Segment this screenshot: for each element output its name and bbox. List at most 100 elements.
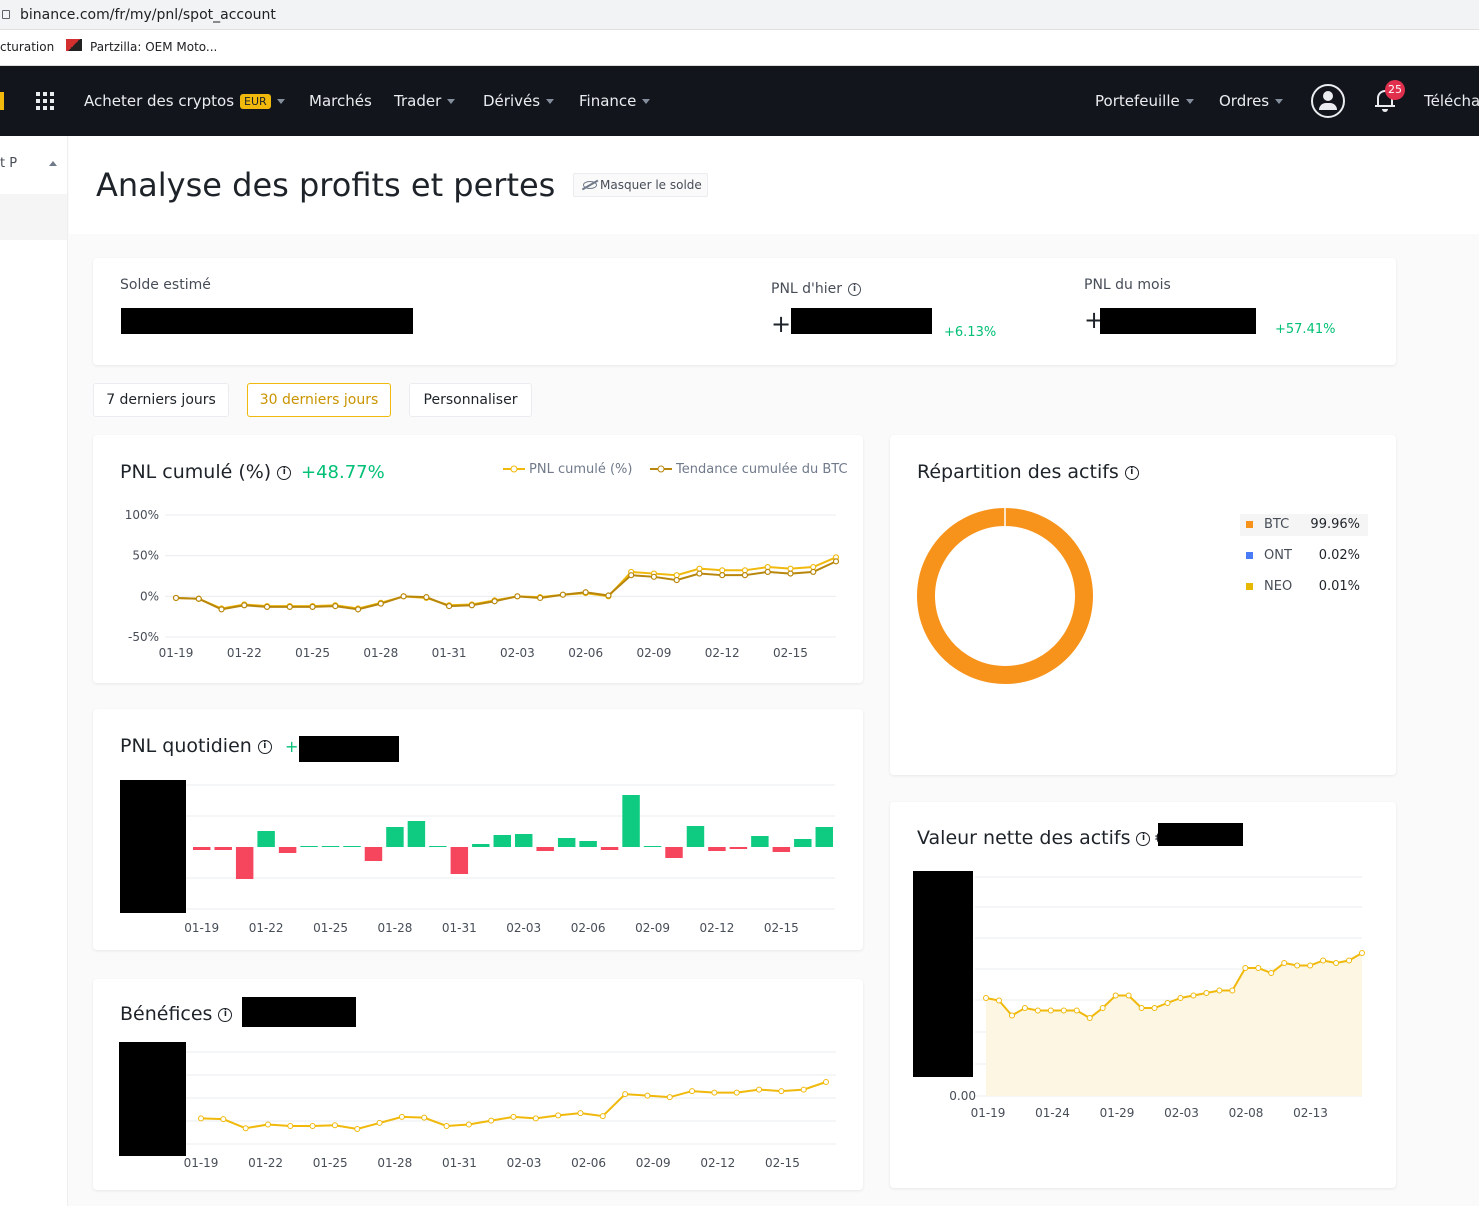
profits-chart: 01-19 01-22 01-25 01-28 01-31 02-03 02-06 02-09… [184, 1051, 836, 1170]
estimated-balance-label: Solde estimé [120, 277, 211, 293]
y-tick-label: 0% [140, 589, 159, 603]
x-tick-label: 01-28 [377, 921, 412, 935]
data-point [1242, 965, 1249, 971]
daily-bar [600, 847, 619, 850]
data-point [823, 1079, 829, 1085]
nav-trade[interactable]: Trader [394, 92, 456, 110]
data-point [309, 1122, 316, 1129]
neo-color-swatch [1246, 583, 1253, 590]
legend-item-neo[interactable]: NEO 0.01% [1240, 576, 1368, 598]
data-point [376, 1119, 383, 1126]
nav-wallet[interactable]: Portefeuille [1095, 92, 1194, 110]
x-tick-label: 01-31 [442, 921, 477, 935]
data-point [673, 576, 680, 584]
redacted-month-pnl [1100, 308, 1256, 334]
daily-pnl-card: PNL quotidien i + 01-19 01-22 01-25 01-28 01-… [93, 709, 863, 950]
nav-markets[interactable]: Marchés [309, 92, 372, 110]
info-icon[interactable]: i [1124, 465, 1139, 480]
daily-bar [515, 834, 533, 847]
data-point [1190, 992, 1197, 999]
user-icon[interactable] [1311, 84, 1345, 118]
redacted-y-axis [120, 780, 186, 913]
data-point [810, 563, 817, 571]
data-point [711, 1089, 718, 1096]
lock-icon [2, 10, 10, 19]
daily-pnl-chart: 01-19 01-22 01-25 01-28 01-31 02-03 02-06 02-09… [184, 784, 835, 935]
x-tick-label: 02-09 [636, 646, 671, 660]
data-point [331, 1122, 338, 1129]
data-point [644, 1092, 651, 1099]
data-point [491, 598, 498, 605]
x-tick-label: 02-09 [635, 921, 670, 935]
y-tick-label: 50% [132, 549, 159, 563]
grid-menu-icon[interactable] [36, 92, 54, 110]
data-point [1086, 1015, 1093, 1021]
browser-url-bar[interactable]: binance.com/fr/my/pnl/spot_account [0, 0, 1479, 30]
daily-bar [300, 846, 318, 847]
x-tick-label: 01-22 [248, 1156, 283, 1170]
data-point [1346, 957, 1353, 964]
data-point [810, 568, 817, 576]
tab-custom[interactable]: Personnaliser [409, 383, 532, 417]
x-tick-label: 02-08 [1229, 1106, 1264, 1120]
sidebar-item-selected[interactable] [0, 194, 67, 240]
btc-trend-line [175, 560, 837, 611]
tab-7-days[interactable]: 7 derniers jours [93, 383, 229, 417]
nav-buy-crypto[interactable]: Acheter des cryptos EUR [84, 92, 285, 110]
data-point [1047, 1007, 1054, 1014]
data-point [555, 1112, 562, 1119]
bookmark-facturation[interactable]: cturation [0, 40, 54, 54]
hide-balance-button[interactable]: Masquer le solde [573, 173, 708, 197]
data-point [1307, 962, 1314, 969]
allocation-title: Répartition des actifs i [917, 461, 1139, 483]
bookmarks-bar: cturation Partzilla: OEM Moto... [0, 30, 1479, 66]
data-point [1125, 992, 1132, 999]
nav-download[interactable]: Télécha [1424, 92, 1479, 110]
redacted-yesterday-pnl [791, 308, 932, 334]
data-point [443, 1122, 450, 1129]
legend-item-btc[interactable]: BTC 99.96% [1240, 514, 1368, 536]
data-point [995, 997, 1002, 1004]
data-point [1112, 992, 1119, 999]
donut-slice-btc [917, 508, 1093, 684]
chevron-down-icon [276, 99, 285, 104]
x-tick-label: 02-15 [773, 646, 808, 660]
net-worth-area [986, 953, 1362, 1096]
data-point [354, 606, 362, 613]
bookmark-partzilla[interactable]: Partzilla: OEM Moto... [90, 40, 217, 54]
allocation-donut-chart [917, 507, 1093, 684]
data-point [514, 593, 521, 600]
chevron-up-icon[interactable] [49, 161, 57, 166]
data-point [696, 570, 703, 577]
binance-logo-icon[interactable] [0, 92, 4, 110]
url-text[interactable]: binance.com/fr/my/pnl/spot_account [20, 7, 276, 23]
nav-finance[interactable]: Finance [579, 92, 651, 110]
data-point [286, 603, 293, 611]
eye-off-icon [583, 181, 597, 189]
legend-marker [510, 465, 518, 473]
pnl-series-line [175, 556, 837, 610]
legend-label: Tendance cumulée du BTC [675, 462, 848, 477]
data-point [741, 567, 749, 574]
tab-30-days[interactable]: 30 derniers jours [247, 383, 391, 417]
daily-bar [794, 839, 812, 847]
data-point [537, 594, 544, 602]
legend-item-ont[interactable]: ONT 0.02% [1240, 545, 1368, 567]
nav-orders[interactable]: Ordres [1219, 92, 1284, 110]
data-point [1203, 990, 1210, 996]
page-header: Analyse des profits et pertes Masquer le… [69, 136, 1479, 234]
info-icon[interactable]: i [848, 282, 862, 296]
data-point [1060, 1007, 1067, 1014]
sidebar-section-label[interactable]: t P [0, 156, 17, 171]
data-point [1320, 957, 1327, 964]
daily-bar [751, 836, 769, 847]
x-tick-label: 01-29 [1100, 1106, 1135, 1120]
chevron-down-icon [546, 99, 555, 104]
nav-derivatives[interactable]: Dérivés [483, 92, 555, 110]
redacted-balance [121, 308, 413, 334]
data-point [1099, 1005, 1106, 1011]
daily-bar [557, 838, 576, 847]
daily-bar [193, 847, 211, 850]
daily-bar [472, 844, 490, 847]
data-point [628, 572, 635, 579]
